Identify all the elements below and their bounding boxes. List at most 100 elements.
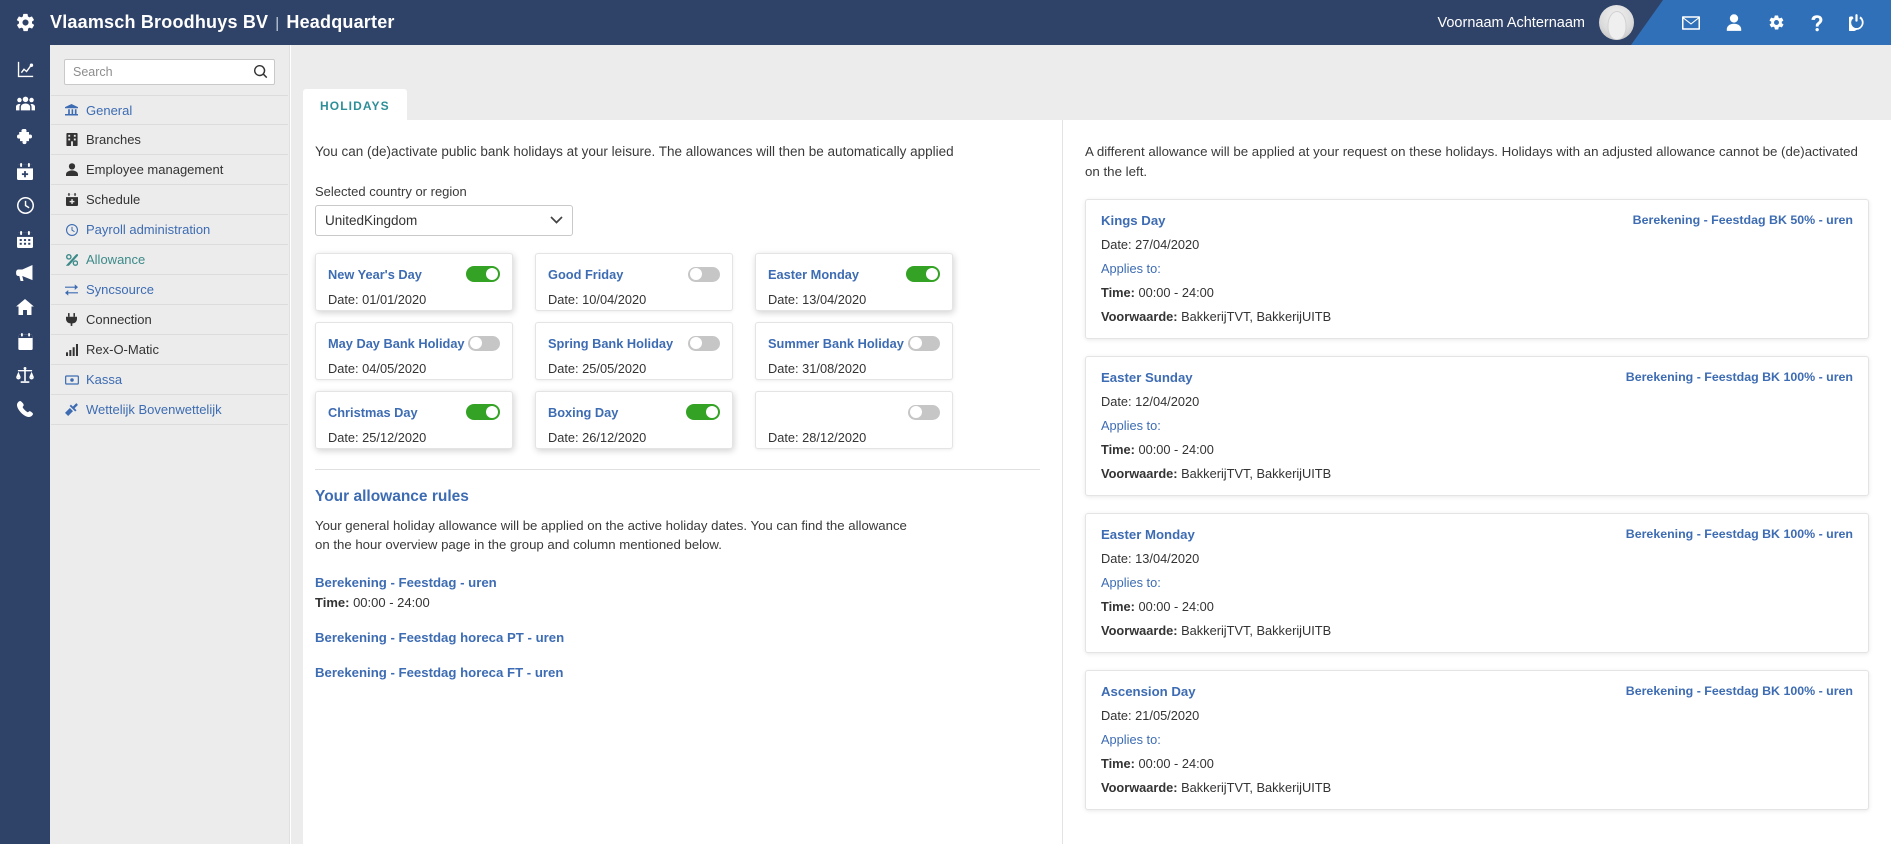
allowance-calculation-link[interactable]: Berekening - Feestdag BK 50% - uren — [1633, 213, 1853, 227]
bank-icon — [63, 103, 80, 117]
holiday-card[interactable]: Summer Bank Holiday Date: 31/08/2020 — [755, 321, 953, 380]
holidays-right-column: A different allowance will be applied at… — [1063, 120, 1891, 844]
holiday-card[interactable]: Spring Bank Holiday Date: 25/05/2020 — [535, 321, 733, 380]
sidebar-item-connection[interactable]: Connection — [51, 305, 288, 335]
holiday-toggle[interactable] — [906, 266, 940, 283]
holiday-name: Boxing Day — [548, 404, 619, 420]
allowance-rule-link[interactable]: Berekening - Feestdag - uren — [315, 575, 1040, 590]
allowance-holiday-card[interactable]: Ascension Day Berekening - Feestdag BK 1… — [1085, 669, 1869, 810]
sidebar: General Branches Employee management Sch… — [50, 45, 290, 844]
analytics-chart-icon[interactable] — [0, 54, 50, 84]
allowance-calculation-link[interactable]: Berekening - Feestdag BK 100% - uren — [1626, 527, 1853, 541]
gear-icon[interactable] — [1768, 14, 1785, 31]
allowance-holiday-condition: Voorwaarde: BakkerijTVT, BakkerijUITB — [1101, 779, 1332, 795]
gear-icon[interactable] — [0, 12, 50, 33]
right-intro-text: A different allowance will be applied at… — [1085, 144, 1858, 179]
holiday-toggle[interactable] — [908, 404, 940, 420]
allowance-holiday-date: Date: 13/04/2020 — [1101, 550, 1200, 566]
allowance-calculation-link[interactable]: Berekening - Feestdag BK 100% - uren — [1626, 684, 1853, 698]
team-people-icon[interactable] — [0, 88, 50, 118]
holiday-toggle[interactable] — [466, 404, 500, 421]
help-icon[interactable] — [1811, 14, 1823, 32]
allowance-rule-time: Time: 00:00 - 24:00 — [315, 595, 430, 611]
holiday-name: Easter Monday — [768, 266, 860, 282]
holiday-toggle[interactable] — [686, 404, 720, 421]
clipboard-icon[interactable] — [0, 326, 50, 356]
holiday-date: Date: 04/05/2020 — [328, 360, 427, 376]
holiday-date: Date: 01/01/2020 — [328, 291, 427, 307]
header-icon-strip — [1631, 0, 1891, 45]
holiday-card[interactable]: New Year's Day Date: 01/01/2020 — [315, 252, 513, 311]
tab-strip: HOLIDAYS — [303, 89, 407, 122]
holiday-toggle[interactable] — [468, 335, 500, 351]
search-input[interactable] — [65, 60, 274, 84]
sidebar-item-label: Schedule — [86, 192, 141, 207]
scales-balance-icon[interactable] — [0, 360, 50, 390]
user-icon — [63, 163, 80, 176]
sidebar-item-label: Syncsource — [86, 282, 154, 297]
section-divider — [315, 468, 1040, 470]
avatar[interactable] — [1599, 5, 1634, 40]
allowance-calculation-link[interactable]: Berekening - Feestdag BK 100% - uren — [1626, 370, 1853, 384]
holiday-name: Christmas Day — [328, 404, 418, 420]
sidebar-item-wettelijk-bovenwettelijk[interactable]: Wettelijk Bovenwettelijk — [51, 395, 288, 425]
clock-icon — [63, 223, 80, 236]
holiday-card[interactable]: Easter Monday Date: 13/04/2020 — [755, 252, 953, 311]
allowance-applies-label: Applies to: — [1101, 574, 1161, 590]
holiday-card[interactable]: Good Friday Date: 10/04/2020 — [535, 252, 733, 311]
holiday-toggle[interactable] — [908, 335, 940, 351]
megaphone-icon[interactable] — [0, 258, 50, 288]
allowance-rule-link[interactable]: Berekening - Feestdag horeca PT - uren — [315, 630, 1040, 645]
sidebar-item-rex-o-matic[interactable]: Rex-O-Matic — [51, 335, 288, 365]
holiday-card[interactable]: Boxing Day Date: 26/12/2020 — [535, 390, 733, 449]
allowance-holiday-card[interactable]: Easter Sunday Berekening - Feestdag BK 1… — [1085, 355, 1869, 496]
mail-icon[interactable] — [1682, 15, 1700, 30]
home-icon[interactable] — [0, 292, 50, 322]
holiday-toggle[interactable] — [688, 266, 720, 282]
sidebar-item-kassa[interactable]: Kassa — [51, 365, 288, 395]
country-field-label: Selected country or region — [315, 183, 467, 199]
phone-icon[interactable] — [0, 394, 50, 424]
allowance-holiday-date: Date: 12/04/2020 — [1101, 393, 1200, 409]
holiday-date: Date: 31/08/2020 — [768, 360, 867, 376]
building-icon — [63, 133, 80, 146]
allowance-holiday-card[interactable]: Kings Day Berekening - Feestdag BK 50% -… — [1085, 198, 1869, 339]
holiday-toggle[interactable] — [466, 266, 500, 283]
calendar-add-icon[interactable] — [0, 156, 50, 186]
sidebar-item-allowance[interactable]: Allowance — [51, 245, 288, 275]
holiday-date: Date: 28/12/2020 — [768, 429, 867, 445]
allowance-applies-label: Applies to: — [1101, 260, 1161, 276]
holiday-date: Date: 13/04/2020 — [768, 291, 867, 307]
allowance-rules-body: Your general holiday allowance will be a… — [315, 517, 907, 553]
clock-icon[interactable] — [0, 190, 50, 220]
search-box[interactable] — [64, 59, 275, 85]
gavel-icon — [63, 403, 80, 416]
sidebar-item-branches[interactable]: Branches — [51, 125, 288, 155]
power-icon[interactable] — [1849, 14, 1864, 31]
holiday-card[interactable]: Date: 28/12/2020 — [755, 390, 953, 449]
search-icon[interactable] — [254, 65, 268, 79]
search-container — [50, 45, 289, 95]
sidebar-item-syncsource[interactable]: Syncsource — [51, 275, 288, 305]
tab-holidays[interactable]: HOLIDAYS — [303, 89, 407, 122]
holiday-toggle[interactable] — [688, 335, 720, 351]
holiday-card[interactable]: Christmas Day Date: 25/12/2020 — [315, 390, 513, 449]
holiday-date: Date: 25/12/2020 — [328, 429, 427, 445]
calendar-icon[interactable] — [0, 224, 50, 254]
sidebar-item-label: Kassa — [86, 372, 123, 387]
allowance-holiday-card[interactable]: Easter Monday Berekening - Feestdag BK 1… — [1085, 512, 1869, 653]
sidebar-item-payroll-administration[interactable]: Payroll administration — [51, 215, 288, 245]
puzzle-plugin-icon[interactable] — [0, 122, 50, 152]
holiday-card[interactable]: May Day Bank Holiday Date: 04/05/2020 — [315, 321, 513, 380]
allowance-rules-title: Your allowance rules — [315, 487, 469, 505]
sidebar-item-schedule[interactable]: Schedule — [51, 185, 288, 215]
sidebar-item-employee-management[interactable]: Employee management — [51, 155, 288, 185]
allowance-applies-label: Applies to: — [1101, 731, 1161, 747]
sidebar-item-label: Branches — [86, 132, 141, 147]
sidebar-item-general[interactable]: General — [51, 95, 288, 125]
country-select[interactable]: UnitedKingdom — [315, 204, 573, 236]
allowance-rule-link[interactable]: Berekening - Feestdag horeca FT - uren — [315, 665, 1040, 680]
holiday-card-grid: New Year's Day Date: 01/01/2020 Good Fri… — [315, 252, 1040, 449]
sync-arrows-icon — [63, 283, 80, 296]
user-icon[interactable] — [1726, 14, 1742, 31]
